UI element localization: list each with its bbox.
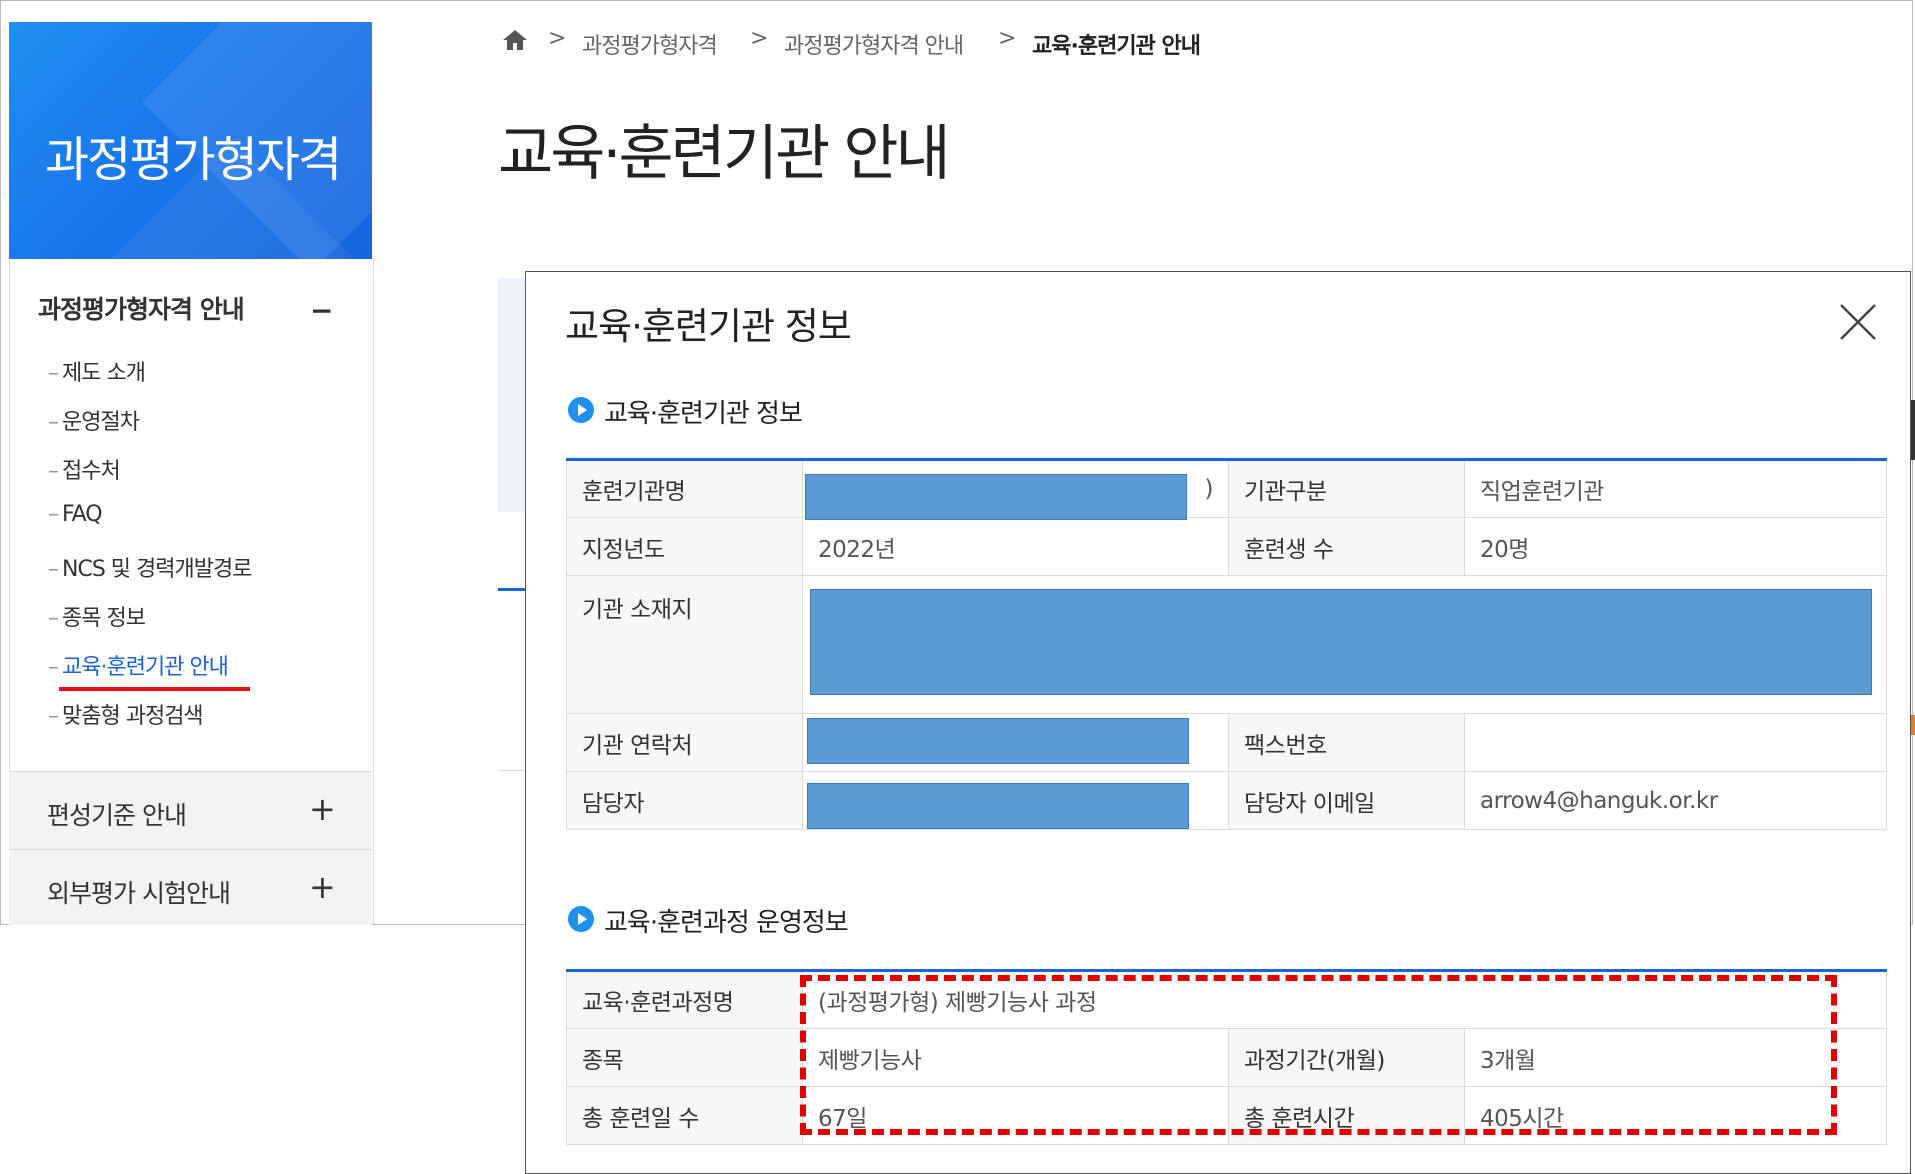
dash-icon: – bbox=[48, 361, 59, 386]
dash-icon: – bbox=[48, 606, 59, 631]
breadcrumb-separator: > bbox=[998, 26, 1017, 51]
page-title: 교육·훈련기관 안내 bbox=[498, 119, 951, 189]
dash-icon: – bbox=[48, 557, 59, 582]
table-row: 훈련기관명 ) 기관구분 직업훈련기관 bbox=[566, 459, 1887, 518]
active-item-underline bbox=[59, 687, 250, 691]
sidebar-section-curriculum[interactable]: 편성기준 안내 + bbox=[9, 771, 372, 849]
sidebar-item-label: 교육·훈련기관 안내 bbox=[62, 655, 229, 680]
sidebar-item-label: 제도 소개 bbox=[62, 361, 146, 386]
trainee-count-value: 20명 bbox=[1464, 517, 1887, 576]
sidebar-section-label: 외부평가 시험안내 bbox=[47, 879, 231, 908]
highlight-box bbox=[800, 975, 1837, 1135]
table-header-cell: 종목 bbox=[566, 1028, 803, 1087]
sidebar-banner-title: 과정평가형자격 bbox=[45, 132, 342, 188]
sidebar-section-external-exam[interactable]: 외부평가 시험안내 + bbox=[9, 849, 372, 925]
sidebar-item-ncs[interactable]: – NCS 및 경력개발경로 bbox=[48, 551, 252, 600]
table-row: 기관 연락처 팩스번호 bbox=[566, 713, 1887, 772]
redaction-box bbox=[805, 474, 1187, 520]
table-header-cell: 팩스번호 bbox=[1228, 713, 1465, 772]
sidebar-banner: 과정평가형자격 bbox=[9, 22, 372, 259]
expand-icon[interactable]: + bbox=[309, 868, 336, 906]
background-divider bbox=[498, 588, 528, 591]
section-title-course: 교육·훈련과정 운영정보 bbox=[604, 908, 849, 938]
table-header-cell: 총 훈련일 수 bbox=[566, 1086, 803, 1145]
sidebar-item-label: 접수처 bbox=[62, 459, 121, 484]
collapse-icon[interactable]: − bbox=[310, 294, 333, 327]
fax-value bbox=[1464, 713, 1887, 772]
sidebar-item-course-search[interactable]: – 맞춤형 과정검색 bbox=[48, 698, 251, 747]
redaction-box bbox=[807, 718, 1189, 764]
sidebar-section-title[interactable]: 과정평가형자격 안내 bbox=[38, 290, 245, 326]
dash-icon: – bbox=[48, 459, 59, 484]
table-header-cell: 지정년도 bbox=[566, 517, 803, 576]
institution-type-value: 직업훈련기관 bbox=[1464, 459, 1887, 518]
table-header-cell: 기관 소재지 bbox=[566, 575, 803, 714]
section-bullet-icon bbox=[568, 906, 594, 932]
sidebar-item-label: 맞춤형 과정검색 bbox=[62, 704, 204, 729]
modal-title: 교육·훈련기관 정보 bbox=[565, 305, 852, 348]
table-header-cell: 훈련생 수 bbox=[1228, 517, 1465, 576]
breadcrumb-separator: > bbox=[750, 26, 769, 51]
table-header-cell: 교육·훈련과정명 bbox=[566, 970, 803, 1029]
dash-icon: – bbox=[48, 655, 59, 680]
breadcrumb-item-qualification[interactable]: 과정평가형자격 bbox=[582, 28, 718, 60]
redaction-box bbox=[810, 589, 1872, 695]
designation-year-value: 2022년 bbox=[802, 517, 1229, 576]
close-icon[interactable] bbox=[1838, 302, 1878, 342]
sidebar-item-procedure[interactable]: – 운영절차 bbox=[48, 404, 251, 453]
sidebar-item-faq[interactable]: – FAQ bbox=[48, 502, 251, 551]
table-header-cell: 담당자 bbox=[566, 771, 803, 830]
table-row: 지정년도 2022년 훈련생 수 20명 bbox=[566, 517, 1887, 576]
manager-email-value: arrow4@hanguk.or.kr bbox=[1464, 771, 1887, 830]
background-divider bbox=[498, 770, 528, 771]
dash-icon: – bbox=[48, 410, 59, 435]
table-header-cell: 담당자 이메일 bbox=[1228, 771, 1465, 830]
home-icon[interactable] bbox=[502, 28, 528, 52]
table-header-cell: 기관 연락처 bbox=[566, 713, 803, 772]
section-bullet-icon bbox=[568, 397, 594, 423]
dash-icon: – bbox=[48, 502, 59, 527]
redaction-box bbox=[807, 783, 1189, 829]
sidebar-item-item-info[interactable]: – 종목 정보 bbox=[48, 600, 251, 649]
sidebar-section-label: 편성기준 안내 bbox=[47, 801, 187, 830]
table-row: 담당자 담당자 이메일 arrow4@hanguk.or.kr bbox=[566, 771, 1887, 830]
breadcrumb-separator: > bbox=[548, 26, 567, 51]
section-title-institution: 교육·훈련기관 정보 bbox=[604, 399, 803, 429]
background-panel bbox=[498, 278, 528, 512]
breadcrumb-current: 교육·훈련기관 안내 bbox=[1032, 34, 1201, 59]
sidebar-item-system-intro[interactable]: – 제도 소개 bbox=[48, 355, 251, 404]
table-header-cell: 훈련기관명 bbox=[566, 459, 803, 518]
breadcrumb-item-qualification-guide[interactable]: 과정평가형자격 안내 bbox=[784, 28, 964, 60]
sidebar-item-label: 종목 정보 bbox=[62, 606, 146, 631]
sidebar-item-reception[interactable]: – 접수처 bbox=[48, 453, 251, 502]
dash-icon: – bbox=[48, 704, 59, 729]
sidebar-item-label: NCS 및 경력개발경로 bbox=[62, 557, 252, 582]
sidebar-item-label: 운영절차 bbox=[62, 410, 140, 435]
table-header-cell: 기관구분 bbox=[1228, 459, 1465, 518]
sidebar-item-label: FAQ bbox=[62, 502, 103, 527]
expand-icon[interactable]: + bbox=[309, 790, 336, 828]
